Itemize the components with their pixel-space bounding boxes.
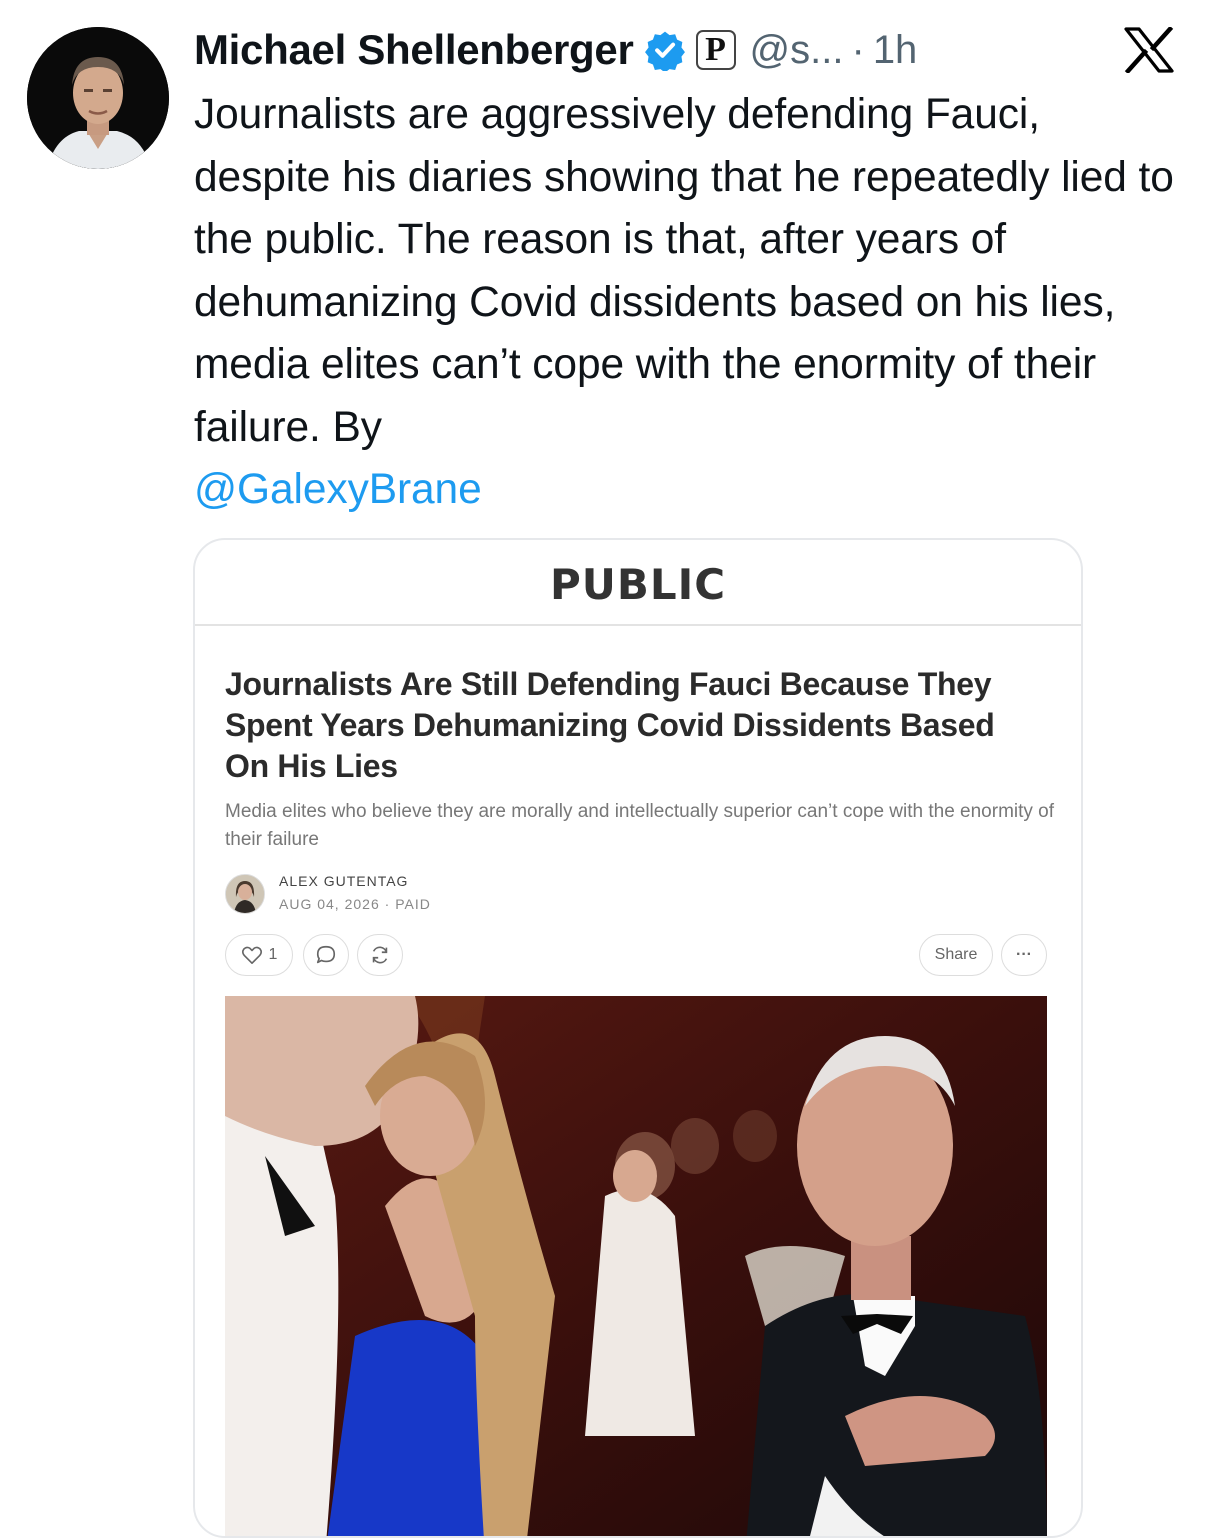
author-avatar[interactable] — [27, 27, 169, 169]
comment-button[interactable] — [303, 934, 349, 976]
card-divider — [195, 624, 1081, 626]
avatar-photo — [27, 27, 169, 169]
restack-icon — [372, 946, 388, 964]
tweet-text: Journalists are aggressively defending F… — [194, 84, 1184, 522]
mention-link[interactable]: @GalexyBrane — [194, 459, 1184, 522]
affiliate-badge[interactable]: P — [695, 30, 736, 70]
more-icon[interactable]: ··· — [1001, 934, 1047, 976]
author-name[interactable]: Michael Shellenberger — [194, 26, 634, 74]
author-handle[interactable]: @s... — [750, 28, 844, 73]
article-title[interactable]: Journalists Are Still Defending Fauci Be… — [225, 664, 1025, 787]
tweet-timestamp[interactable]: 1h — [873, 28, 918, 73]
restack-button[interactable] — [357, 934, 403, 976]
article-subtitle: Media elites who believe they are morall… — [225, 801, 1055, 850]
article-photo[interactable] — [225, 996, 1047, 1538]
article-date: AUG 04, 2026 — [279, 896, 380, 912]
tweet-body: Journalists are aggressively defending F… — [194, 91, 1174, 451]
publication-logo: PUBLIC — [549, 560, 727, 609]
like-button[interactable]: 1 — [225, 934, 293, 976]
meta-separator: · — [384, 896, 391, 912]
x-logo-icon — [1124, 27, 1174, 73]
verified-badge-icon — [644, 31, 685, 71]
article-author-name[interactable]: ALEX GUTENTAG — [279, 873, 408, 889]
like-count: 1 — [268, 946, 278, 963]
tweet-header: Michael Shellenberger P @s... · 1h — [194, 22, 917, 78]
share-button[interactable]: Share — [919, 934, 993, 976]
comment-icon — [316, 945, 336, 964]
header-separator: · — [851, 27, 865, 72]
article-access: PAID — [395, 896, 431, 912]
article-meta: AUG 04, 2026 · PAID — [279, 896, 431, 912]
article-author-avatar — [225, 874, 265, 914]
link-preview-card[interactable]: PUBLIC Journalists Are Still Defending F… — [193, 538, 1083, 1538]
heart-icon — [241, 946, 262, 964]
